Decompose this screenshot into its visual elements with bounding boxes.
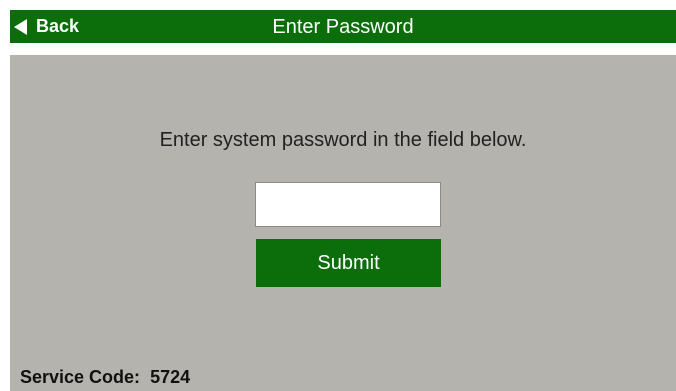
password-input[interactable] <box>255 182 441 227</box>
back-arrow-icon <box>14 19 27 35</box>
main-panel: Enter system password in the field below… <box>10 55 676 391</box>
instruction-text: Enter system password in the field below… <box>159 129 527 151</box>
back-button[interactable]: Back <box>10 10 110 43</box>
service-code: Service Code: 5724 <box>20 366 190 388</box>
service-code-value: 5724 <box>150 367 191 387</box>
service-code-label: Service Code: <box>20 367 141 387</box>
back-button-label: Back <box>36 16 80 36</box>
submit-button[interactable]: Submit <box>256 239 441 287</box>
header-bar: Back Enter Password <box>10 10 676 43</box>
password-screen: Back Enter Password Enter system passwor… <box>0 0 676 391</box>
